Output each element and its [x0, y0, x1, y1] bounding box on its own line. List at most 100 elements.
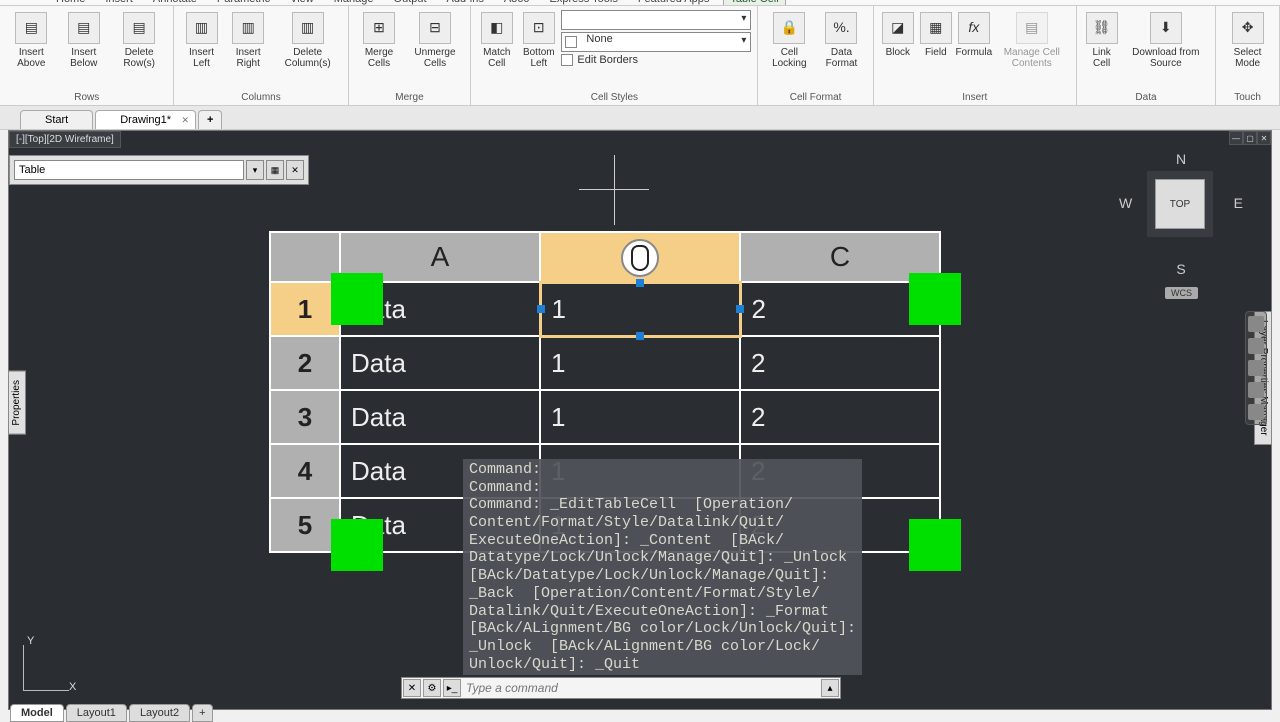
insert-left-button[interactable]: ▥Insert Left	[180, 10, 222, 71]
viewcube-west[interactable]: W	[1119, 195, 1132, 211]
ribbon-tab-a360[interactable]: A360	[498, 0, 536, 5]
zoom-button[interactable]	[1248, 360, 1264, 376]
link-cell-button[interactable]: ⛓Link Cell	[1083, 10, 1121, 71]
selection-grip[interactable]	[909, 273, 961, 325]
quick-properties-panel: ▾ ▦ ✕	[9, 155, 309, 185]
download-source-button[interactable]: ⬇Download from Source	[1122, 10, 1209, 71]
cmdline-expand-button[interactable]: ▴	[821, 679, 839, 697]
ribbon-tab-manage[interactable]: Manage	[328, 0, 380, 5]
viewcube-east[interactable]: E	[1234, 195, 1243, 211]
align-button[interactable]: ⊡Bottom Left	[518, 10, 559, 71]
delete-rows-button[interactable]: ▤Delete Row(s)	[111, 10, 168, 71]
insert-below-button[interactable]: ▤Insert Below	[59, 10, 109, 71]
selection-grip[interactable]	[331, 519, 383, 571]
cell-style-combo[interactable]	[561, 10, 751, 30]
viewcube[interactable]: N S W E TOP WCS	[1121, 151, 1241, 291]
pickset-button[interactable]: ▦	[266, 160, 284, 180]
table-cell[interactable]: 1	[540, 336, 740, 390]
tab-layout1[interactable]: Layout1	[66, 704, 127, 722]
close-button[interactable]: ✕	[1257, 131, 1271, 145]
viewport-label[interactable]: [-][Top][2D Wireframe]	[9, 131, 121, 148]
command-input[interactable]	[462, 681, 820, 695]
row-header[interactable]: 2	[270, 336, 340, 390]
tab-layout2[interactable]: Layout2	[129, 704, 190, 722]
navigation-bar	[1245, 311, 1267, 425]
cmdline-close-button[interactable]: ✕	[403, 679, 421, 697]
ribbon-tab-parametric[interactable]: Parametric	[211, 0, 276, 5]
tab-new[interactable]: +	[198, 110, 222, 129]
layout-tabs: Model Layout1 Layout2 +	[10, 704, 213, 722]
ribbon-tab-insert[interactable]: Insert	[99, 0, 139, 5]
data-format-button[interactable]: %.Data Format	[816, 10, 867, 71]
delete-col-icon: ▥	[292, 12, 324, 44]
selection-grip[interactable]	[909, 519, 961, 571]
table-corner[interactable]	[270, 232, 340, 282]
showmotion-button[interactable]	[1248, 404, 1264, 420]
table-cell[interactable]: 2	[740, 390, 940, 444]
cmdline-prompt-icon: ▸_	[443, 679, 461, 697]
table-cell[interactable]: Data	[340, 390, 540, 444]
command-line: ✕ ⚙ ▸_ ▴	[401, 677, 841, 699]
orbit-button[interactable]	[1248, 382, 1264, 398]
tab-add-layout[interactable]: +	[192, 704, 212, 722]
object-type-select[interactable]	[14, 160, 244, 180]
row-header[interactable]: 5	[270, 498, 340, 552]
viewcube-top[interactable]: TOP	[1155, 179, 1205, 229]
formula-button[interactable]: fxFormula	[956, 10, 992, 71]
block-button[interactable]: ◪Block	[880, 10, 916, 71]
tab-drawing1[interactable]: Drawing1*✕	[95, 110, 196, 129]
cursor-indicator	[621, 239, 659, 277]
properties-palette-tab[interactable]: Properties	[8, 371, 26, 435]
viewcube-north[interactable]: N	[1176, 151, 1186, 167]
qp-close-button[interactable]: ✕	[286, 160, 304, 180]
viewcube-south[interactable]: S	[1176, 261, 1185, 277]
table-cell[interactable]: 1	[540, 390, 740, 444]
manage-content-icon: ▤	[1016, 12, 1048, 44]
wcs-badge[interactable]: WCS	[1165, 287, 1198, 299]
close-icon[interactable]: ✕	[181, 115, 189, 126]
bg-style-combo[interactable]: None	[561, 32, 751, 52]
steering-wheel-button[interactable]	[1248, 316, 1264, 332]
table-cell[interactable]: 1	[540, 282, 740, 336]
unmerge-cells-button[interactable]: ⊟Unmerge Cells	[406, 10, 465, 71]
match-cell-button[interactable]: ◧Match Cell	[477, 10, 516, 71]
ribbon-tab-featured[interactable]: Featured Apps	[632, 0, 716, 5]
field-button[interactable]: ▦Field	[918, 10, 954, 71]
table-cell[interactable]: 2	[740, 336, 940, 390]
insert-right-button[interactable]: ▥Insert Right	[225, 10, 272, 71]
drawing-viewport[interactable]: [-][Top][2D Wireframe] — ▢ ✕ ▾ ▦ ✕ Prope…	[8, 130, 1272, 710]
delete-cols-button[interactable]: ▥Delete Column(s)	[274, 10, 342, 71]
quickselect-button[interactable]: ▾	[246, 160, 264, 180]
borders-icon	[561, 54, 573, 66]
row-header[interactable]: 1	[270, 282, 340, 336]
ribbon-tab-annotate[interactable]: Annotate	[147, 0, 203, 5]
selection-grip[interactable]	[331, 273, 383, 325]
ribbon-tab-view[interactable]: View	[284, 0, 320, 5]
pan-button[interactable]	[1248, 338, 1264, 354]
ribbon-tab-home[interactable]: Home	[50, 0, 91, 5]
table-cell[interactable]: Data	[340, 336, 540, 390]
ribbon-tab-addins[interactable]: Add-ins	[441, 0, 490, 5]
cell-locking-button[interactable]: 🔒Cell Locking	[764, 10, 814, 71]
row-header[interactable]: 4	[270, 444, 340, 498]
ribbon-tab-output[interactable]: Output	[388, 0, 433, 5]
swatch-icon	[565, 36, 577, 48]
manage-cell-button[interactable]: ▤Manage Cell Contents	[994, 10, 1070, 71]
cmdline-options-button[interactable]: ⚙	[423, 679, 441, 697]
row-header[interactable]: 3	[270, 390, 340, 444]
minimize-button[interactable]: —	[1229, 131, 1243, 145]
ribbon-group-merge: ⊞Merge Cells ⊟Unmerge Cells Merge	[349, 6, 472, 105]
ribbon-group-touch: ✥Select Mode Touch	[1216, 6, 1280, 105]
tab-start[interactable]: Start	[20, 110, 93, 129]
insert-above-button[interactable]: ▤Insert Above	[6, 10, 57, 71]
ribbon-group-label: Touch	[1222, 92, 1273, 103]
viewport-controls: — ▢ ✕	[1229, 131, 1271, 145]
ribbon-tab-tablecell[interactable]: Table Cell	[723, 0, 785, 5]
ribbon-tab-express[interactable]: Express Tools	[544, 0, 624, 5]
tab-model[interactable]: Model	[10, 704, 64, 722]
unmerge-icon: ⊟	[419, 12, 451, 44]
maximize-button[interactable]: ▢	[1243, 131, 1257, 145]
select-mode-button[interactable]: ✥Select Mode	[1222, 10, 1273, 71]
edit-borders-button[interactable]: Edit Borders	[561, 54, 751, 66]
merge-cells-button[interactable]: ⊞Merge Cells	[355, 10, 404, 71]
